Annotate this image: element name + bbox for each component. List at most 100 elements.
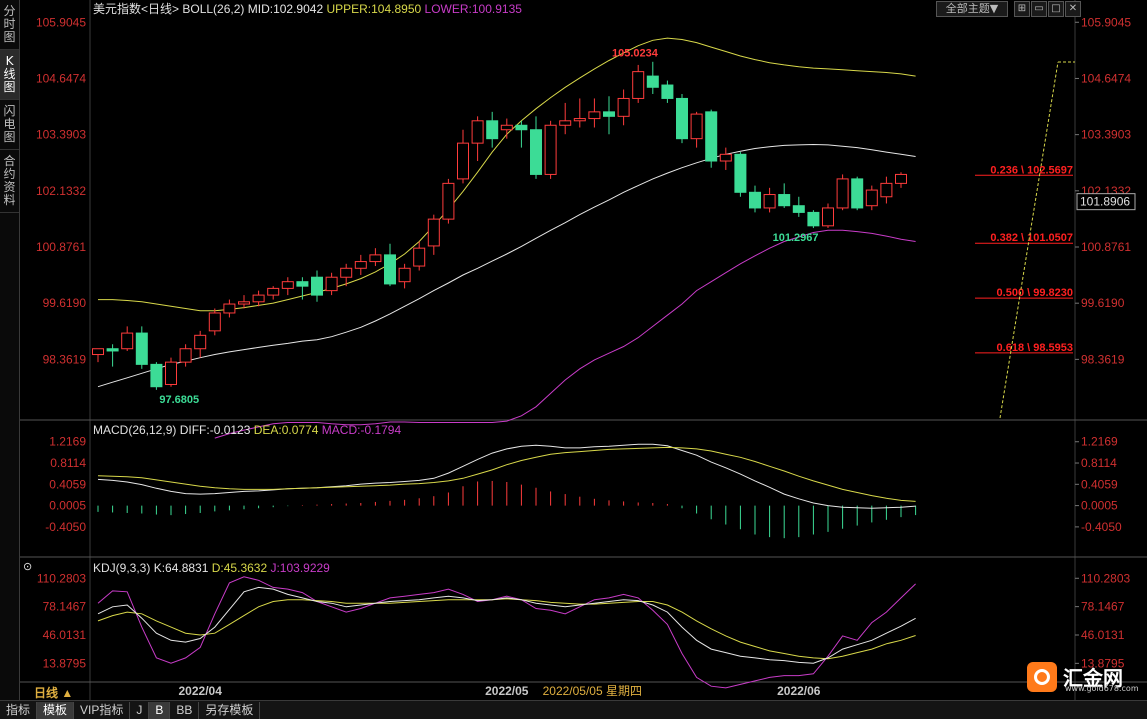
current-price-label: 101.8906 <box>1080 195 1130 209</box>
tab-b[interactable]: B <box>149 701 171 719</box>
y-tick-right: 99.6190 <box>1081 296 1125 310</box>
y-tick-left: 0.4059 <box>49 477 86 491</box>
candle-body <box>515 124 528 131</box>
date-axis-label: 2022/04 <box>179 684 223 698</box>
tab-vip-indicators[interactable]: VIP指标 <box>74 701 131 719</box>
macd-panel[interactable]: MACD(26,12,9) DIFF:-0.0123 DEA:0.0774 MA… <box>45 423 1122 539</box>
candle-body <box>763 194 776 209</box>
candle-body <box>544 124 557 175</box>
sidebar-item-flash[interactable]: 闪电图 <box>0 100 19 150</box>
candle-body <box>121 332 134 350</box>
period-label: 日线 ▲ <box>34 685 73 700</box>
boll-lower-line <box>214 229 916 439</box>
extreme-price-label: 101.2967 <box>773 232 819 244</box>
candle-body <box>354 261 367 269</box>
tab-indicators[interactable]: 指标 <box>0 701 38 719</box>
panel-title: KDJ(9,3,3) K:64.8831 D:45.3632 J:103.922… <box>93 561 330 575</box>
title-segment: D:45.3632 <box>208 561 267 575</box>
candle-body <box>559 120 572 126</box>
sidebar-item-kline[interactable]: K线图 <box>0 50 19 100</box>
theme-dropdown-button[interactable]: 全部主题▼ <box>936 1 1008 17</box>
candle-body <box>865 189 878 207</box>
y-tick-left: 105.9045 <box>36 15 86 29</box>
candle-body <box>208 312 221 332</box>
y-tick-left: 103.3903 <box>36 128 86 142</box>
candle-body <box>749 191 761 209</box>
restore-icon[interactable]: ▭ <box>1031 1 1047 17</box>
sidebar-item-timeshare[interactable]: 分时图 <box>0 0 19 50</box>
y-tick-left: 104.6474 <box>36 71 86 85</box>
candle-body <box>778 194 791 207</box>
maximize-icon[interactable]: □ <box>1048 1 1064 17</box>
candle-body <box>194 334 207 350</box>
candle-body <box>588 111 601 120</box>
candle-body <box>238 301 250 305</box>
title-segment: BOLL(26,2) <box>179 2 244 16</box>
tab-save-template[interactable]: 另存模板 <box>199 701 261 719</box>
fib-level-label: 0.382 \ 101.0507 <box>990 232 1073 244</box>
candle-body <box>457 142 469 180</box>
y-tick-left: 98.3619 <box>43 352 87 366</box>
candle-body <box>676 97 688 140</box>
extreme-price-label: 105.0234 <box>612 48 659 60</box>
y-tick-right: 104.6474 <box>1081 71 1131 85</box>
title-segment: UPPER:104.8950 <box>323 2 421 16</box>
y-tick-right: 100.8761 <box>1081 240 1131 254</box>
title-segment: KDJ(9,3,3) <box>93 561 150 575</box>
y-tick-right: 110.2803 <box>1081 571 1130 585</box>
title-segment: MACD:-0.1794 <box>318 423 401 437</box>
candle-body <box>369 254 382 263</box>
candle-body <box>442 182 455 220</box>
y-tick-left: 1.2169 <box>49 435 86 449</box>
y-tick-left: 110.2803 <box>37 571 86 585</box>
candle-body <box>340 267 353 278</box>
candle-body <box>646 75 659 88</box>
candle-body <box>705 111 718 162</box>
title-segment: 美元指数<日线> <box>93 1 179 16</box>
candle-body <box>165 361 177 385</box>
tab-bb[interactable]: BB <box>170 701 200 719</box>
candle-body <box>223 303 236 314</box>
kdj-j-line <box>97 576 916 689</box>
candle-body <box>880 182 893 198</box>
kdj-d-line <box>97 598 916 660</box>
tab-j[interactable]: J <box>130 701 150 719</box>
y-tick-right: 105.9045 <box>1081 15 1131 29</box>
tab-templates[interactable]: 模板 <box>37 701 75 719</box>
chart-canvas: 美元指数<日线> BOLL(26,2) MID:102.9042 UPPER:1… <box>19 0 1147 700</box>
extreme-price-label: 97.6805 <box>159 394 199 406</box>
candle-body <box>179 348 192 363</box>
kline-panel[interactable]: 美元指数<日线> BOLL(26,2) MID:102.9042 UPPER:1… <box>36 1 1136 439</box>
y-tick-left: 78.1467 <box>43 600 87 614</box>
candle-body <box>471 120 484 144</box>
kdj-panel[interactable]: KDJ(9,3,3) K:64.8831 D:45.3632 J:103.922… <box>23 561 1130 689</box>
candle-body <box>150 363 163 388</box>
y-tick-left: 13.8795 <box>43 656 87 670</box>
title-segment: MACD(26,12,9) <box>93 423 176 437</box>
boll-upper-line <box>98 37 916 312</box>
y-tick-left: 99.6190 <box>43 296 87 310</box>
y-tick-right: 0.0005 <box>1081 499 1118 513</box>
candle-body <box>267 287 280 296</box>
grid-icon[interactable]: ⊞ <box>1014 1 1030 17</box>
chart-type-sidebar: 分时图 K线图 闪电图 合约资料 <box>0 0 20 700</box>
candle-body <box>281 281 294 289</box>
fib-level-label: 0.618 \ 98.5953 <box>997 342 1073 354</box>
cursor-date-label: 2022/05/05 星期四 <box>543 684 642 698</box>
candle-body <box>252 294 265 303</box>
candle-body <box>617 97 630 117</box>
candle-body <box>851 178 864 209</box>
title-segment: MID:102.9042 <box>244 2 323 16</box>
boll-mid-line <box>97 143 916 388</box>
title-segment: DEA:0.0774 <box>250 423 318 437</box>
y-tick-left: 0.0005 <box>49 499 86 513</box>
candle-body <box>530 129 542 175</box>
candle-body <box>632 71 645 99</box>
y-tick-left: 0.8114 <box>50 456 86 470</box>
sidebar-item-contract-info[interactable]: 合约资料 <box>0 150 19 213</box>
title-segment: J:103.9229 <box>267 561 330 575</box>
candle-body <box>325 276 338 292</box>
title-segment: LOWER:100.9135 <box>421 2 522 16</box>
close-icon[interactable]: ✕ <box>1065 1 1081 17</box>
date-axis-label: 2022/05 <box>485 684 529 698</box>
